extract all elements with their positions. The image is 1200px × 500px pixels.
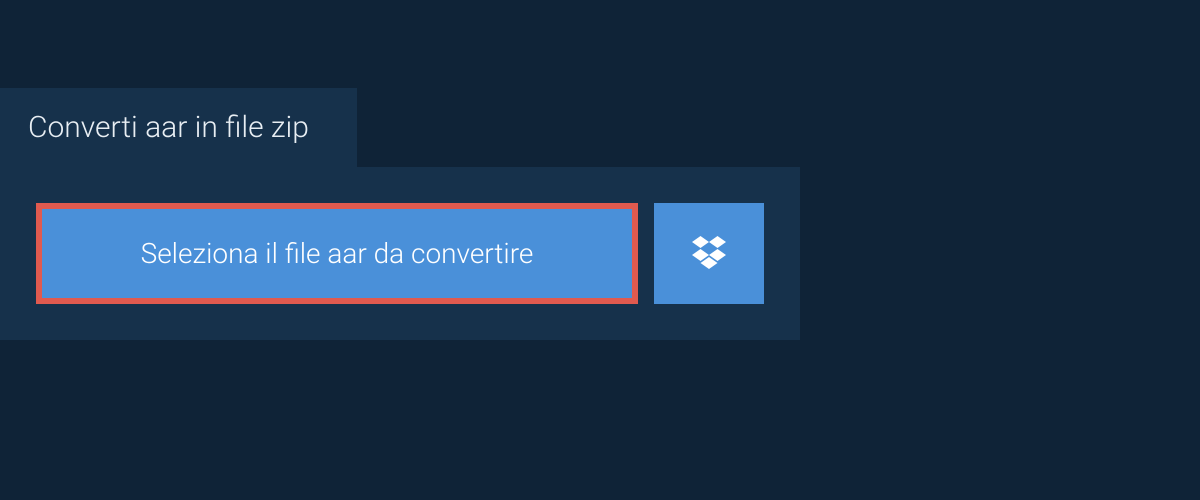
convert-panel: Seleziona il file aar da convertire [0,167,800,340]
tab-bar: Converti aar in file zip [0,0,1200,167]
tab-label: Converti aar in file zip [28,110,309,145]
dropbox-icon [689,232,729,276]
tab-convert[interactable]: Converti aar in file zip [0,88,357,167]
dropbox-button[interactable] [654,203,764,304]
select-file-label: Seleziona il file aar da convertire [141,237,534,270]
select-file-button[interactable]: Seleziona il file aar da convertire [36,203,638,304]
